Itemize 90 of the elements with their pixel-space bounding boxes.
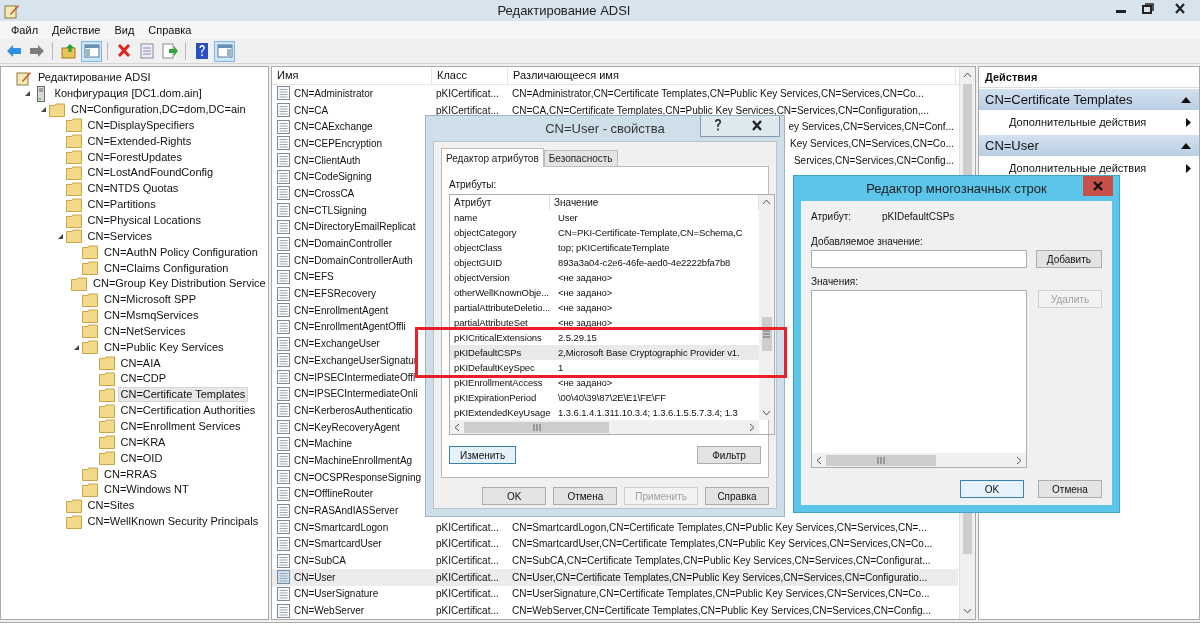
object-name: CN=DirectoryEmailReplicat xyxy=(294,221,416,233)
distinguished-name: CN=WebServer,CN=Certificate Templates,CN=Public Key Services,CN=Services,CN=Config... xyxy=(512,605,931,617)
attribute-name: objectVersion xyxy=(453,272,511,283)
attribute-value: <не задано> xyxy=(557,287,614,298)
object-name: CN=SmartcardUser xyxy=(294,538,382,550)
attribute-value: 1 xyxy=(557,362,565,373)
object-name: CN=KerberosAuthenticatio xyxy=(294,404,413,416)
dialog-title: CN=User - свойства xyxy=(545,121,665,136)
attribute-value: 893a3a04-c2e6-46fe-aed0-4e2222bfa7b8 xyxy=(557,257,732,268)
object-name: CN=CA xyxy=(294,104,329,116)
attribute-value: User xyxy=(557,212,579,223)
attributes-label: Атрибуты: xyxy=(449,179,498,190)
attribute-value: <не задано> xyxy=(557,377,614,388)
object-name: CN=UserSignature xyxy=(294,588,379,600)
object-name: CN=WebServer xyxy=(294,605,365,617)
object-name: CN=ClientAuth xyxy=(294,154,361,166)
object-name: CN=CrossCA xyxy=(294,187,355,199)
object-name: CN=OCSPResponseSigning xyxy=(294,471,421,483)
class-text: pKICertificat... xyxy=(436,605,499,617)
attribute-name: otherWellKnownObje... xyxy=(453,287,550,298)
values-label: Значения: xyxy=(811,276,859,287)
distinguished-name: CN=SmartcardUser,CN=Certificate Templates,CN=Public Key Services,CN=Services,CN=Co... xyxy=(512,538,933,550)
object-name: CN=DomainController xyxy=(294,238,393,250)
object-name: CN=RASAndIASServer xyxy=(294,505,399,517)
object-name: CN=IPSECIntermediateOffl xyxy=(294,371,416,383)
object-name: CN=EFS xyxy=(294,271,334,283)
attribute-name: name xyxy=(453,212,479,223)
object-name: CN=MachineEnrollmentAg xyxy=(294,454,413,466)
distinguished-name: CN=CA,CN=Certificate Templates,CN=Public Key Services,CN=Services,CN=Configuration,... xyxy=(512,104,929,116)
attribute-value: 2.5.29.15 xyxy=(557,332,598,343)
distinguished-name: CN=UserSignature,CN=Certificate Templates,CN=Public Key Services,CN=Services,CN=Co... xyxy=(512,588,930,600)
attribute-name: pKIDefaultCSPs xyxy=(453,347,523,358)
class-text: pKICertificat... xyxy=(436,555,499,567)
attribute-value: 1.3.6.1.4.1.311.10.3.4; 1.3.6.1.5.5.7.3.4; 1.3 xyxy=(557,407,739,418)
class-text: pKICertificat... xyxy=(436,521,499,533)
section-title: CN=User xyxy=(985,138,1039,153)
attribute-value: 2,Microsoft Base Cryptographic Provider v1. xyxy=(557,347,741,358)
object-name: CN=SmartcardLogon xyxy=(294,521,389,533)
object-name: CN=EnrollmentAgent xyxy=(294,304,389,316)
object-name: CN=ExchangeUser xyxy=(294,338,380,350)
attribute-value: CN=PKI-Certificate-Template,CN=Schema,C xyxy=(557,227,744,238)
attribute-name: partialAttributeSet xyxy=(453,317,529,328)
attribute-name: objectGUID xyxy=(453,257,504,268)
object-name: CN=CTLSigning xyxy=(294,204,367,216)
object-name: CN=Machine xyxy=(294,438,353,450)
attribute-name: pKIExpirationPeriod xyxy=(453,392,538,403)
object-name: CN=OfflineRouter xyxy=(294,488,374,500)
attribute-value: top; pKICertificateTemplate xyxy=(557,242,671,253)
distinguished-name: Services,CN=Services,CN=Config... xyxy=(793,154,954,166)
object-name: CN=User xyxy=(294,571,336,583)
attribute-name: pKIDefaultKeySpec xyxy=(453,362,536,373)
class-text: pKICertificat... xyxy=(436,87,499,99)
object-name: CN=EFSRecovery xyxy=(294,288,376,300)
attribute-name: objectClass xyxy=(453,242,503,253)
section-title: CN=Certificate Templates xyxy=(985,92,1133,107)
actions-header: Действия xyxy=(979,67,1199,88)
distinguished-name: CN=SmartcardLogon,CN=Certificate Templates,CN=Public Key Services,CN=Services,CN=... xyxy=(512,521,927,533)
class-text: pKICertificat... xyxy=(436,538,499,550)
distinguished-name: CN=SubCA,CN=Certificate Templates,CN=Public Key Services,CN=Services,CN=Configurat... xyxy=(512,555,931,567)
object-name: CN=IPSECIntermediateOnli xyxy=(294,388,418,400)
object-name: CN=CAExchange xyxy=(294,121,373,133)
distinguished-name: CN=User,CN=Certificate Templates,CN=Public Key Services,CN=Services,CN=Configuratio... xyxy=(512,571,928,583)
class-text: pKICertificat... xyxy=(436,588,499,600)
distinguished-name: Key Services,CN=Services,CN=Co... xyxy=(790,137,954,149)
attribute-value: pKIDefaultCSPs xyxy=(882,211,955,222)
attribute-value: \00\40\39\87\2E\E1\FE\FF xyxy=(557,392,667,403)
attribute-label: Атрибут: xyxy=(811,211,852,222)
add-value-label: Добавляемое значение: xyxy=(811,236,924,247)
dialog-title: Редактор многозначных строк xyxy=(866,181,1047,196)
attribute-name: partialAttributeDeletio... xyxy=(453,302,552,313)
object-name: CN=DomainControllerAuth xyxy=(294,254,413,266)
attribute-value: <не задано> xyxy=(557,317,614,328)
distinguished-name: ey Services,CN=Services,CN=Conf... xyxy=(788,121,954,133)
object-name: CN=KeyRecoveryAgent xyxy=(294,421,400,433)
object-name: CN=EnrollmentAgentOffli xyxy=(294,321,406,333)
attribute-value: <не задано> xyxy=(557,272,614,283)
attribute-value: <не задано> xyxy=(557,302,614,313)
object-name: CN=CodeSigning xyxy=(294,171,372,183)
attribute-name: pKIEnrollmentAccess xyxy=(453,377,544,388)
object-name: CN=CEPEncryption xyxy=(294,137,383,149)
distinguished-name: CN=Administrator,CN=Certificate Templates,CN=Public Key Services,CN=Services,CN=Co... xyxy=(512,87,924,99)
object-name: CN=SubCA xyxy=(294,555,346,567)
attribute-name: pKIExtendedKeyUsage xyxy=(453,407,552,418)
object-name: CN=ExchangeUserSignatur xyxy=(294,354,418,366)
attribute-name: pKICriticalExtensions xyxy=(453,332,543,343)
object-name: CN=Administrator xyxy=(294,87,374,99)
attribute-name: objectCategory xyxy=(453,227,518,238)
class-text: pKICertificat... xyxy=(436,571,499,583)
class-text: pKICertificat... xyxy=(436,104,499,116)
window-title: Редактирование ADSI xyxy=(496,3,632,18)
